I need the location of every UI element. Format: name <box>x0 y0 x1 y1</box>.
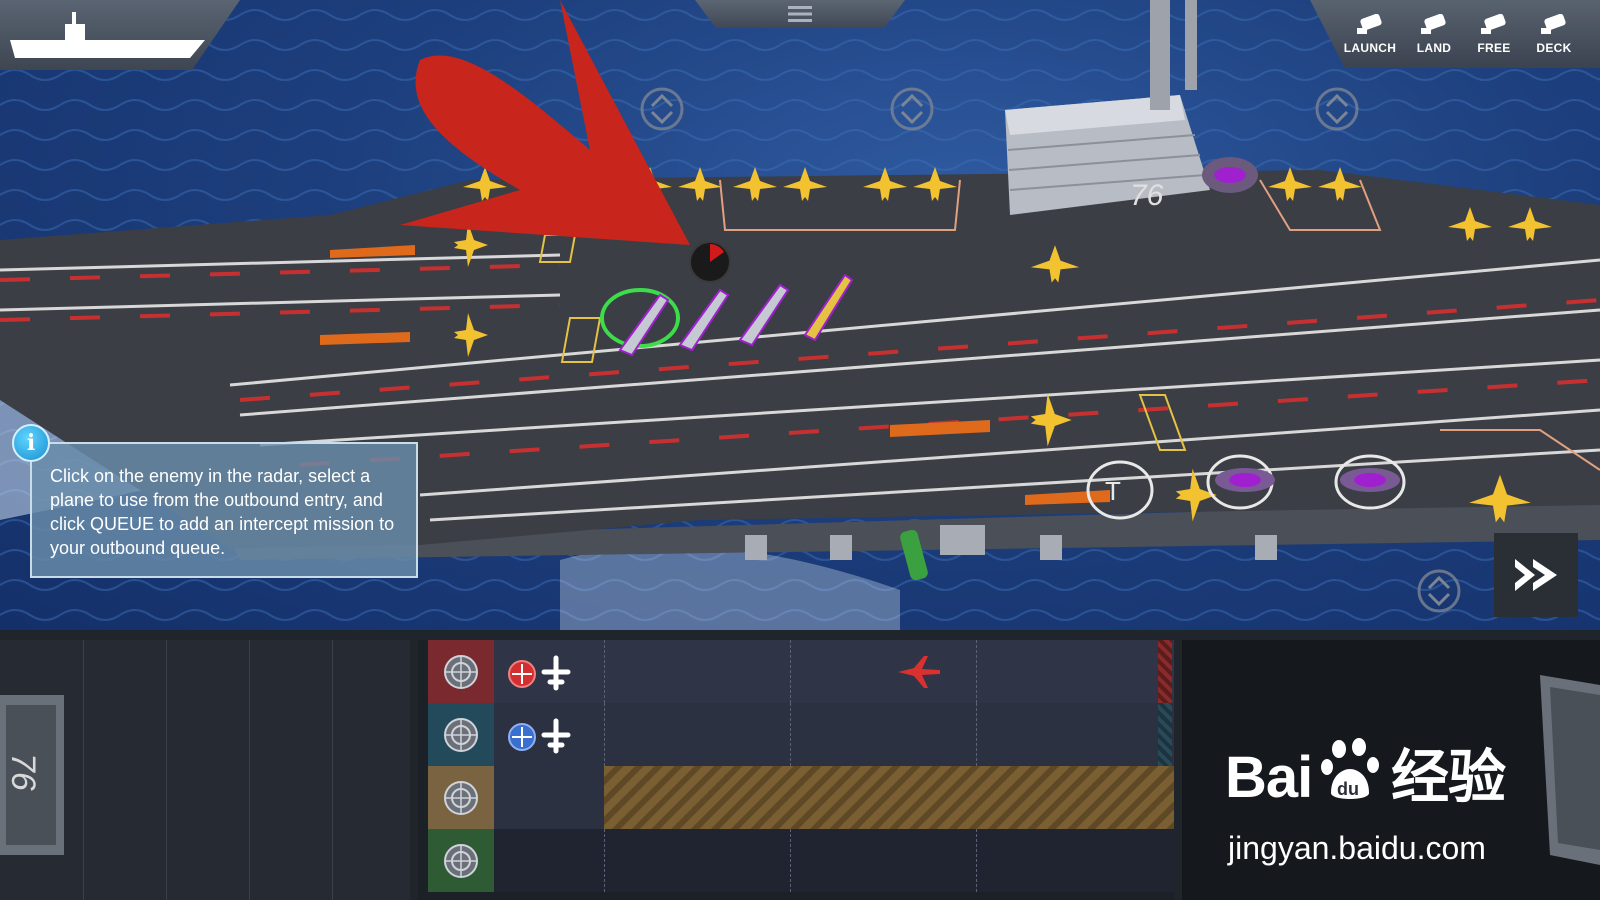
outbound-queue-lane[interactable] <box>418 766 1174 830</box>
carrier-minimap-icon: 76 <box>0 695 64 855</box>
free-camera-label: FREE <box>1477 41 1511 55</box>
launch-camera-button[interactable]: LAUNCH <box>1340 13 1400 55</box>
menu-button[interactable] <box>695 0 905 28</box>
friendly-radar-lane[interactable] <box>418 703 1174 767</box>
tutorial-text: Click on the enemy in the radar, select … <box>50 466 395 558</box>
fast-forward-icon <box>1515 559 1557 591</box>
queue-hatch-area[interactable] <box>604 766 1174 829</box>
enemy-aircraft-icon[interactable] <box>896 654 942 690</box>
tutorial-tooltip: Click on the enemy in the radar, select … <box>30 442 418 578</box>
carrier-silhouette-icon <box>10 12 205 58</box>
enemy-aircraft-entry-icon[interactable] <box>506 652 576 692</box>
radar-icon <box>444 654 478 689</box>
radar-button[interactable] <box>428 640 494 703</box>
enemy-radar-lane[interactable] <box>418 640 1174 704</box>
info-icon: i <box>12 424 50 462</box>
radar-button[interactable] <box>428 829 494 892</box>
svg-text:T: T <box>1105 476 1121 506</box>
paw-icon: du <box>1320 738 1379 799</box>
inbound-radar-lane[interactable] <box>418 829 1174 892</box>
deck-camera-label: DECK <box>1536 41 1572 55</box>
rotate-elevator-icon[interactable] <box>639 86 685 132</box>
rotate-elevator-icon[interactable] <box>1314 86 1360 132</box>
rotate-elevator-icon[interactable] <box>1416 568 1462 614</box>
friendly-aircraft-entry-icon[interactable] <box>506 715 576 755</box>
deck-camera-button[interactable]: DECK <box>1524 13 1584 55</box>
camera-icon <box>1357 13 1382 34</box>
baidu-watermark: Bai du 经验 jingyan.baidu.com <box>1225 730 1506 866</box>
radar-icon <box>444 843 478 878</box>
svg-text:du: du <box>1337 779 1359 799</box>
watermark-brand-cn: 经验 <box>1391 745 1506 810</box>
hamburger-icon <box>788 6 812 22</box>
watermark-brand: Bai <box>1225 745 1313 810</box>
watermark-url: jingyan.baidu.com <box>1228 830 1486 866</box>
hull-number-island: 76 <box>1130 179 1164 212</box>
carrier-side-minimap-icon <box>1540 675 1600 865</box>
radar-icon <box>444 717 478 752</box>
land-camera-button[interactable]: LAND <box>1404 13 1464 55</box>
radar-lanes <box>418 640 1174 900</box>
camera-icon <box>1541 13 1566 34</box>
radar-button[interactable] <box>428 766 494 829</box>
rotate-elevator-icon[interactable] <box>889 86 935 132</box>
free-camera-button[interactable]: FREE <box>1464 13 1524 55</box>
land-camera-label: LAND <box>1416 41 1452 55</box>
game-viewport[interactable]: 76 T LAUNCH LAND FREE DECK Click on the … <box>0 0 1600 630</box>
camera-icon <box>1421 13 1446 34</box>
hangar-view[interactable]: 76 <box>0 640 410 900</box>
camera-toolbar: LAUNCH LAND FREE DECK <box>1310 0 1600 68</box>
radar-icon <box>444 780 478 815</box>
camera-icon <box>1481 13 1506 34</box>
hull-number: 76 <box>4 753 42 791</box>
radar-button[interactable] <box>428 703 494 766</box>
launch-camera-label: LAUNCH <box>1343 41 1397 55</box>
fast-forward-button[interactable] <box>1494 533 1578 617</box>
